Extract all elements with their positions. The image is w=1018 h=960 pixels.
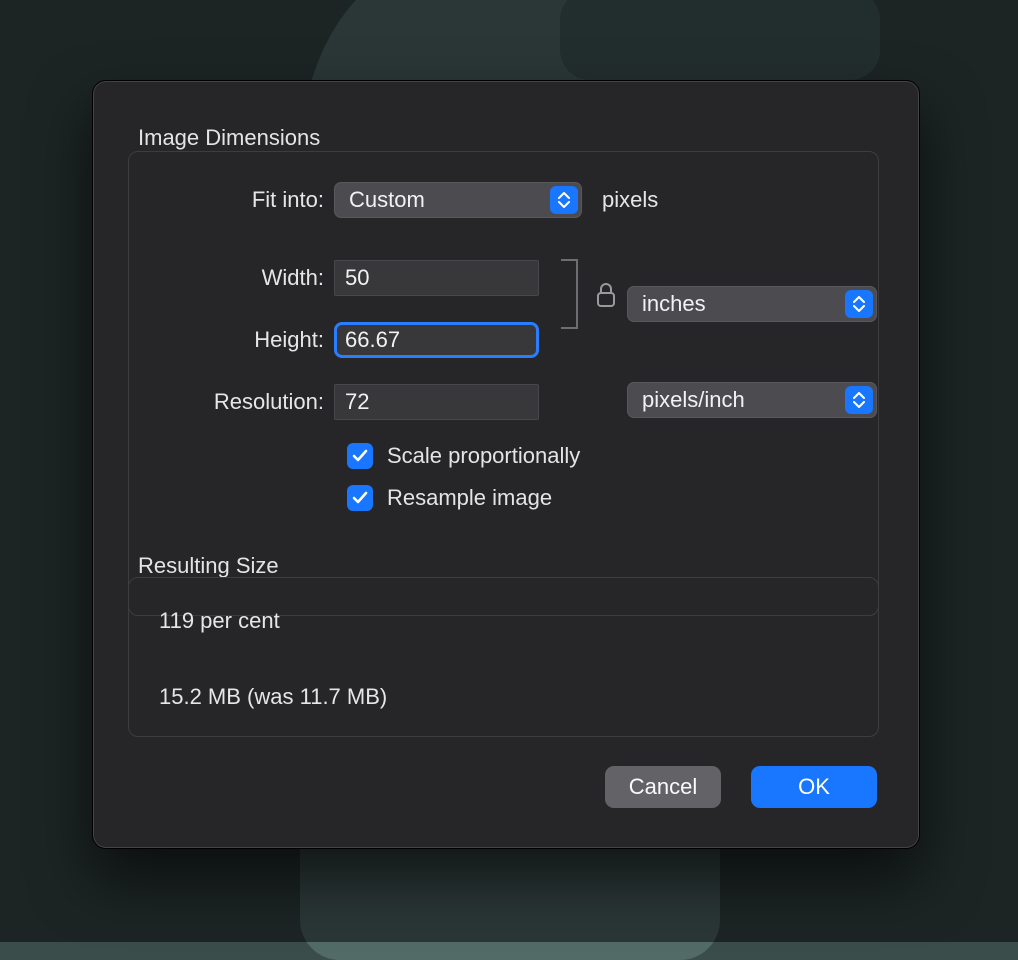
size-unit-select[interactable]: inches xyxy=(627,286,877,322)
resulting-percent: 119 per cent xyxy=(159,608,280,634)
resample-image-label: Resample image xyxy=(387,485,552,511)
chevron-up-down-icon xyxy=(845,290,873,318)
width-value: 50 xyxy=(345,265,369,291)
resulting-size-title: Resulting Size xyxy=(138,553,279,579)
image-dimensions-panel: Fit into: Custom pixels Width: 50 Height… xyxy=(128,151,879,616)
dialog-button-row: Cancel OK xyxy=(605,766,877,808)
fit-into-unit-label: pixels xyxy=(602,187,658,213)
ok-button-label: OK xyxy=(798,774,830,800)
resulting-filesize: 15.2 MB (was 11.7 MB) xyxy=(159,684,387,710)
cancel-button[interactable]: Cancel xyxy=(605,766,721,808)
lock-icon xyxy=(595,282,617,314)
height-input[interactable]: 66.67 xyxy=(334,322,539,358)
cancel-button-label: Cancel xyxy=(629,774,697,800)
fit-into-value: Custom xyxy=(349,187,425,213)
resolution-value: 72 xyxy=(345,389,369,415)
resulting-size-panel: 119 per cent 15.2 MB (was 11.7 MB) xyxy=(128,577,879,737)
resample-image-checkbox[interactable]: Resample image xyxy=(347,482,552,514)
scale-proportionally-label: Scale proportionally xyxy=(387,443,580,469)
height-label: Height: xyxy=(129,327,334,353)
ok-button[interactable]: OK xyxy=(751,766,877,808)
adjust-size-dialog: Image Dimensions Fit into: Custom pixels… xyxy=(92,80,920,849)
height-value: 66.67 xyxy=(345,327,400,353)
fit-into-select[interactable]: Custom xyxy=(334,182,582,218)
size-unit-value: inches xyxy=(642,291,706,317)
chevron-up-down-icon xyxy=(845,386,873,414)
width-input[interactable]: 50 xyxy=(334,260,539,296)
fit-into-label: Fit into: xyxy=(129,187,334,213)
scale-proportionally-checkbox[interactable]: Scale proportionally xyxy=(347,440,580,472)
checkbox-checked-icon xyxy=(347,443,373,469)
width-label: Width: xyxy=(129,265,334,291)
checkbox-checked-icon xyxy=(347,485,373,511)
chevron-up-down-icon xyxy=(550,186,578,214)
resolution-label: Resolution: xyxy=(129,389,334,415)
resolution-unit-value: pixels/inch xyxy=(642,387,745,413)
image-dimensions-title: Image Dimensions xyxy=(138,125,320,151)
resolution-input[interactable]: 72 xyxy=(334,384,539,420)
resolution-unit-select[interactable]: pixels/inch xyxy=(627,382,877,418)
